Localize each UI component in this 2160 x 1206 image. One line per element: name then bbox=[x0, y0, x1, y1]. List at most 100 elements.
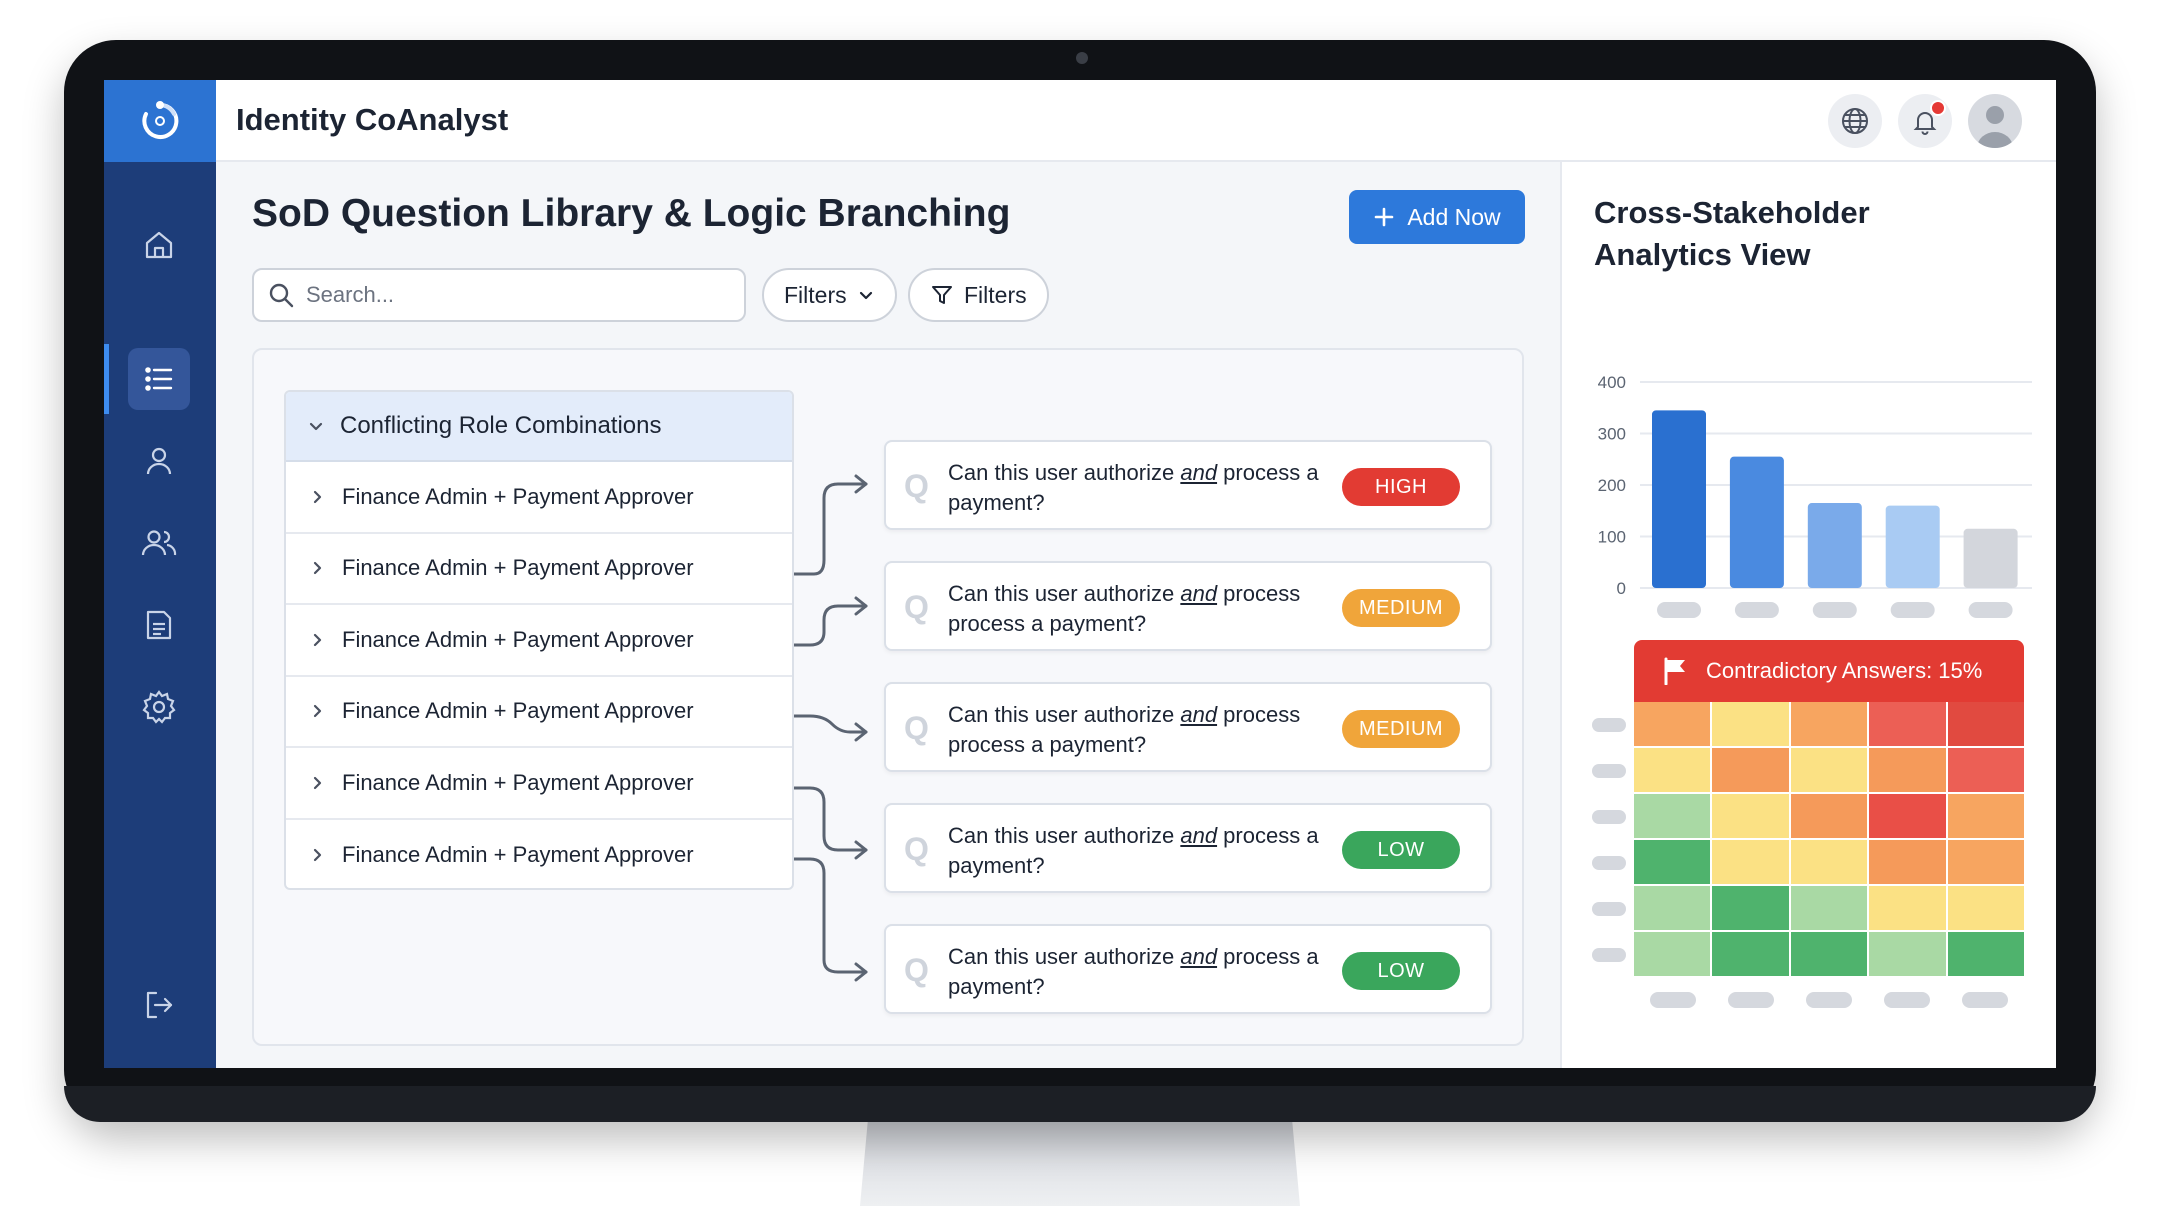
add-now-button[interactable]: Add Now bbox=[1349, 190, 1525, 244]
home-icon bbox=[145, 231, 173, 259]
heatmap-cell[interactable] bbox=[1869, 794, 1946, 838]
question-card[interactable]: Q Can this user authorize and process pr… bbox=[884, 561, 1492, 651]
question-text: Can this user authorize and process proc… bbox=[948, 702, 1301, 757]
conflicting-roles-list: Conflicting Role Combinations Finance Ad… bbox=[284, 390, 794, 890]
chevron-right-icon bbox=[313, 849, 322, 862]
x-tick-placeholder bbox=[1812, 602, 1857, 618]
role-row[interactable]: Finance Admin + Payment Approver bbox=[286, 534, 792, 605]
notification-dot bbox=[1930, 100, 1946, 116]
heatmap-grid bbox=[1634, 702, 2024, 976]
question-card[interactable]: Q Can this user authorize and process a … bbox=[884, 440, 1492, 530]
gear-icon bbox=[142, 690, 176, 724]
heatmap-cell[interactable] bbox=[1712, 702, 1789, 746]
nav-users[interactable] bbox=[128, 512, 190, 574]
risk-badge: LOW bbox=[1342, 952, 1460, 990]
top-bar: Identity CoAnalyst bbox=[104, 80, 2056, 162]
heatmap-cell[interactable] bbox=[1712, 794, 1789, 838]
risk-badge: LOW bbox=[1342, 831, 1460, 869]
question-text: Can this user authorize and process a pa… bbox=[948, 460, 1319, 515]
notifications-button[interactable] bbox=[1898, 94, 1952, 148]
globe-icon bbox=[1842, 108, 1868, 134]
question-card[interactable]: Q Can this user authorize and process a … bbox=[884, 803, 1492, 893]
nav-settings[interactable] bbox=[128, 676, 190, 738]
search-box[interactable] bbox=[252, 268, 746, 322]
x-tick-placeholder bbox=[1734, 602, 1779, 618]
bar[interactable] bbox=[1963, 528, 2018, 588]
document-icon bbox=[146, 610, 172, 640]
filters-button[interactable]: Filters bbox=[908, 268, 1049, 322]
heatmap-cell[interactable] bbox=[1634, 748, 1711, 792]
roles-group-header[interactable]: Conflicting Role Combinations bbox=[286, 392, 792, 462]
role-row[interactable]: Finance Admin + Payment Approver bbox=[286, 605, 792, 677]
heatmap-cell[interactable] bbox=[1947, 840, 2024, 884]
logo[interactable] bbox=[104, 80, 216, 162]
chevron-right-icon bbox=[313, 490, 322, 503]
heatmap-cell[interactable] bbox=[1947, 886, 2024, 930]
question-card[interactable]: Q Can this user authorize and process a … bbox=[884, 924, 1492, 1014]
search-input[interactable] bbox=[306, 282, 726, 308]
heatmap-cell[interactable] bbox=[1947, 932, 2024, 976]
user-icon bbox=[146, 447, 172, 475]
question-text: Can this user authorize and process proc… bbox=[948, 581, 1301, 636]
monitor-stand bbox=[860, 1110, 1300, 1206]
nav-user[interactable] bbox=[128, 430, 190, 492]
heatmap-cell[interactable] bbox=[1790, 748, 1868, 792]
heatmap-cell[interactable] bbox=[1712, 840, 1789, 884]
heatmap-cell[interactable] bbox=[1634, 886, 1711, 930]
heatmap-cell[interactable] bbox=[1790, 886, 1868, 930]
chevron-down-icon bbox=[309, 422, 323, 431]
heatmap-cell[interactable] bbox=[1947, 748, 2024, 792]
role-row[interactable]: Finance Admin + Payment Approver bbox=[286, 677, 792, 748]
bar[interactable] bbox=[1807, 503, 1862, 588]
bar[interactable] bbox=[1885, 505, 1940, 588]
heatmap-cell[interactable] bbox=[1790, 794, 1868, 838]
chevron-right-icon bbox=[313, 562, 322, 575]
role-row[interactable]: Finance Admin + Payment Approver bbox=[286, 462, 792, 534]
heatmap-cell[interactable] bbox=[1869, 886, 1946, 930]
heatmap-cell[interactable] bbox=[1634, 840, 1711, 884]
question-mark-icon: Q bbox=[904, 952, 929, 988]
role-row[interactable]: Finance Admin + Payment Approver bbox=[286, 748, 792, 820]
add-now-label: Add Now bbox=[1407, 203, 1501, 230]
heatmap-cell[interactable] bbox=[1634, 702, 1711, 746]
heatmap-cell[interactable] bbox=[1869, 702, 1946, 746]
user-avatar[interactable] bbox=[1968, 94, 2022, 148]
role-row-label: Finance Admin + Payment Approver bbox=[342, 626, 694, 652]
heatmap-col-label-placeholder bbox=[1728, 992, 1774, 1008]
bar[interactable] bbox=[1652, 410, 1706, 588]
question-card[interactable]: Q Can this user authorize and process pr… bbox=[884, 682, 1492, 772]
heatmap-cell[interactable] bbox=[1869, 840, 1946, 884]
app-title: Identity CoAnalyst bbox=[236, 102, 509, 137]
analytics-panel: Cross-Stakeholder Analytics View 0 100 200… bbox=[1560, 162, 2056, 1068]
heatmap-cell[interactable] bbox=[1790, 932, 1868, 976]
app-screen: Identity CoAnalyst SoD Question Library … bbox=[104, 80, 2056, 1068]
heatmap-cell[interactable] bbox=[1634, 932, 1711, 976]
page-title: SoD Question Library & Logic Branching bbox=[252, 192, 1011, 235]
filters-dropdown[interactable]: Filters bbox=[762, 268, 897, 322]
role-row-label: Finance Admin + Payment Approver bbox=[342, 555, 694, 581]
language-button[interactable] bbox=[1828, 94, 1882, 148]
question-mark-icon: Q bbox=[904, 710, 929, 746]
heatmap-cell[interactable] bbox=[1712, 886, 1789, 930]
heatmap-row-label-placeholder bbox=[1592, 856, 1626, 870]
heatmap-row-label-placeholder bbox=[1592, 764, 1626, 778]
heatmap-cell[interactable] bbox=[1869, 932, 1946, 976]
main-content: SoD Question Library & Logic Branching A… bbox=[216, 162, 1560, 1068]
nav-logout[interactable] bbox=[128, 974, 190, 1036]
heatmap-cell[interactable] bbox=[1712, 932, 1789, 976]
heatmap-cell[interactable] bbox=[1790, 840, 1868, 884]
nav-documents[interactable] bbox=[128, 594, 190, 656]
heatmap-cell[interactable] bbox=[1947, 794, 2024, 838]
nav-home[interactable] bbox=[128, 214, 190, 276]
heatmap-cell[interactable] bbox=[1869, 748, 1946, 792]
heatmap-cell[interactable] bbox=[1790, 702, 1868, 746]
heatmap-cell[interactable] bbox=[1947, 702, 2024, 746]
chevron-right-icon bbox=[313, 776, 322, 789]
heatmap-cell[interactable] bbox=[1712, 748, 1789, 792]
heatmap-cell[interactable] bbox=[1634, 794, 1711, 838]
role-row[interactable]: Finance Admin + Payment Approver bbox=[286, 820, 792, 889]
nav-question-library[interactable] bbox=[128, 348, 190, 410]
bar[interactable] bbox=[1729, 456, 1784, 588]
risk-badge: MEDIUM bbox=[1342, 589, 1460, 627]
role-row-label: Finance Admin + Payment Approver bbox=[342, 698, 694, 724]
